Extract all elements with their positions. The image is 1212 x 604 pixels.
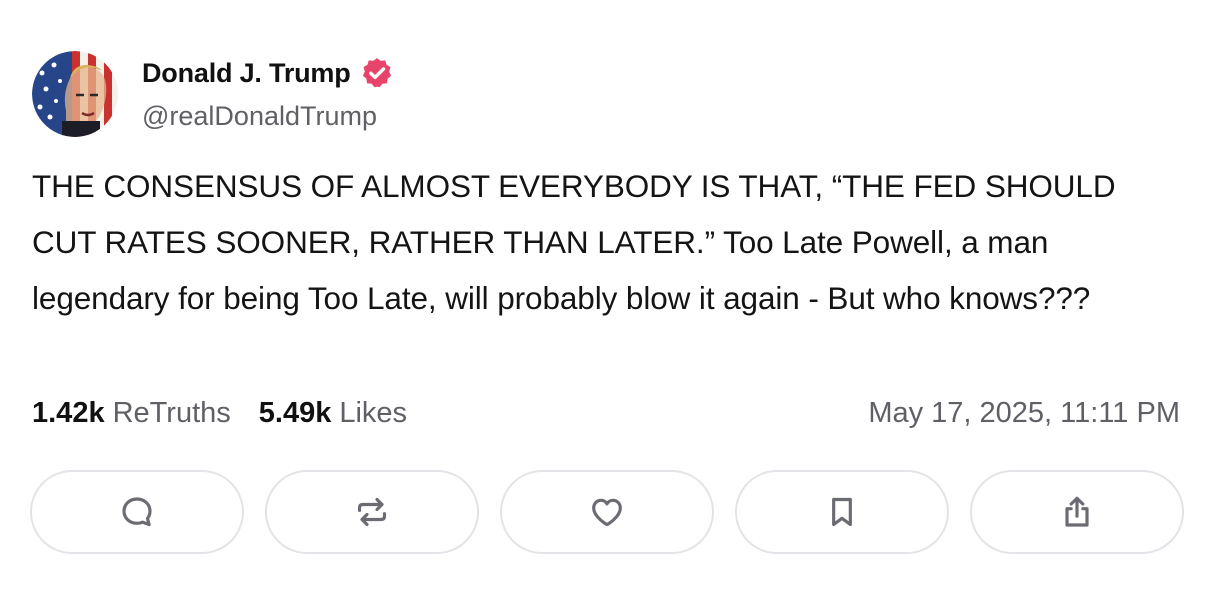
share-button[interactable] (970, 470, 1184, 554)
author-avatar[interactable] (32, 51, 118, 137)
action-bar (30, 470, 1184, 554)
retruth-button[interactable] (265, 470, 479, 554)
reply-icon (122, 497, 152, 527)
avatar-image (32, 51, 118, 137)
retruths-count: 1.42k (32, 397, 105, 429)
like-button[interactable] (500, 470, 714, 554)
likes-count: 5.49k (258, 397, 332, 429)
likes-label: Likes (339, 397, 408, 429)
retruths-label: ReTruths (112, 397, 231, 429)
retruths-stat[interactable]: 1.42k ReTruths (32, 397, 231, 430)
author-name-text[interactable]: Donald J. Trump (142, 58, 351, 89)
like-heart-icon (592, 498, 622, 527)
verified-badge-icon (362, 58, 391, 88)
reply-button[interactable] (30, 470, 244, 554)
author-name[interactable]: Donald J. Trump (142, 56, 394, 90)
post-timestamp[interactable]: May 17, 2025, 11:11 PM (868, 397, 1180, 430)
retruth-icon (357, 497, 387, 527)
post-stats: 1.42k ReTruths 5.49k Likes (32, 397, 407, 430)
share-icon (1065, 496, 1089, 527)
truth-post: Donald J. Trump @realDonaldTrump THE CON… (0, 0, 1212, 604)
likes-stat[interactable]: 5.49k Likes (259, 397, 407, 430)
bookmark-icon (832, 497, 852, 527)
author-handle[interactable]: @realDonaldTrump (142, 101, 377, 132)
bookmark-button[interactable] (735, 470, 949, 554)
post-body-text: THE CONSENSUS OF ALMOST EVERYBODY IS THA… (32, 168, 1116, 316)
